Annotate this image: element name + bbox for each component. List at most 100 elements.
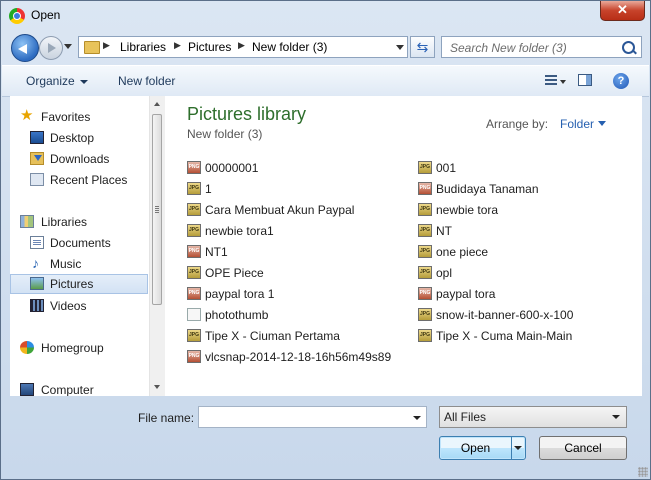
organize-label: Organize bbox=[26, 74, 75, 88]
breadcrumb-separator-icon[interactable]: ▶ bbox=[103, 40, 110, 51]
png-file-icon: PNG bbox=[187, 245, 201, 258]
nav-music[interactable]: ♪ Music bbox=[10, 254, 148, 274]
arrange-by-dropdown[interactable]: Folder bbox=[560, 117, 594, 131]
scroll-up-icon[interactable] bbox=[154, 102, 160, 106]
forward-button[interactable] bbox=[39, 36, 63, 60]
nav-desktop[interactable]: Desktop bbox=[10, 128, 148, 148]
file-name-dropdown-icon[interactable] bbox=[413, 416, 421, 420]
videos-icon bbox=[30, 299, 44, 312]
jpg-file-icon: JPG bbox=[418, 266, 432, 279]
file-name: newbie tora1 bbox=[205, 224, 274, 238]
chevron-down-icon[interactable] bbox=[598, 121, 606, 126]
breadcrumb-pictures[interactable]: Pictures bbox=[188, 40, 231, 54]
new-folder-button[interactable]: New folder bbox=[118, 74, 175, 88]
file-name: photothumb bbox=[205, 308, 269, 322]
nav-recent-places[interactable]: Recent Places bbox=[10, 170, 148, 190]
file-name: vlcsnap-2014-12-18-16h56m49s89 bbox=[205, 350, 392, 364]
file-name: snow-it-banner-600-x-100 bbox=[436, 308, 574, 322]
file-name: NT bbox=[436, 224, 452, 238]
pictures-icon bbox=[30, 277, 44, 290]
folder-icon bbox=[84, 41, 100, 54]
jpg-file-icon: JPG bbox=[187, 266, 201, 279]
documents-icon bbox=[30, 236, 44, 249]
nav-label: Libraries bbox=[41, 215, 88, 229]
nav-label: Computer bbox=[41, 383, 94, 396]
organize-button[interactable]: Organize bbox=[26, 74, 88, 88]
navigation-pane: ★ Favorites Desktop Downloads Recent Pla… bbox=[10, 96, 165, 396]
breadcrumb-separator-icon[interactable]: ▶ bbox=[174, 40, 181, 51]
close-button[interactable]: ✕ bbox=[600, 1, 645, 21]
nav-libraries[interactable]: Libraries bbox=[10, 212, 148, 232]
nav-pictures[interactable]: Pictures bbox=[10, 274, 148, 294]
arrange-by-label: Arrange by: bbox=[486, 117, 549, 131]
file-name: Cara Membuat Akun Paypal bbox=[205, 203, 355, 217]
star-icon: ★ bbox=[20, 107, 34, 124]
nav-downloads[interactable]: Downloads bbox=[10, 149, 148, 169]
preview-pane-icon[interactable] bbox=[578, 74, 592, 86]
search-placeholder: Search New folder (3) bbox=[450, 41, 567, 55]
views-dropdown-icon[interactable] bbox=[560, 80, 566, 84]
jpg-file-icon: JPG bbox=[418, 224, 432, 237]
breadcrumb-new-folder[interactable]: New folder (3) bbox=[252, 40, 327, 54]
file-name: Budidaya Tanaman bbox=[436, 182, 539, 196]
nav-homegroup[interactable]: Homegroup bbox=[10, 338, 148, 358]
jpg-file-icon: JPG bbox=[187, 224, 201, 237]
search-input[interactable]: Search New folder (3) bbox=[441, 36, 642, 58]
title-bar[interactable]: Open ✕ bbox=[1, 1, 650, 31]
png-file-icon: PNG bbox=[187, 287, 201, 300]
jpg-file-icon: JPG bbox=[418, 245, 432, 258]
nav-videos[interactable]: Videos bbox=[10, 296, 148, 316]
downloads-folder-icon bbox=[30, 152, 44, 165]
nav-label: Desktop bbox=[50, 131, 95, 145]
nav-label: Recent Places bbox=[50, 173, 128, 187]
back-button[interactable] bbox=[11, 34, 39, 62]
file-name-field[interactable] bbox=[198, 406, 427, 428]
breadcrumb-libraries[interactable]: Libraries bbox=[120, 40, 166, 54]
library-subtitle: New folder (3) bbox=[187, 127, 263, 141]
cancel-button[interactable]: Cancel bbox=[539, 436, 627, 460]
jpg-file-icon: JPG bbox=[418, 329, 432, 342]
resize-grip-icon[interactable] bbox=[638, 467, 648, 477]
file-type-select[interactable]: All Files bbox=[439, 406, 627, 428]
refresh-button[interactable]: ⇆ bbox=[410, 36, 435, 58]
help-icon[interactable]: ? bbox=[613, 73, 629, 89]
file-name: paypal tora 1 bbox=[205, 287, 275, 301]
music-icon: ♪ bbox=[32, 255, 39, 271]
jpg-file-icon: JPG bbox=[418, 161, 432, 174]
file-name: one piece bbox=[436, 245, 489, 259]
png-file-icon: PNG bbox=[418, 182, 432, 195]
open-split-dropdown[interactable] bbox=[511, 436, 525, 460]
file-name: Tipe X - Ciuman Pertama bbox=[205, 329, 340, 343]
navigation-scrollbar[interactable] bbox=[149, 96, 165, 396]
command-toolbar: Organize New folder ? bbox=[2, 65, 649, 97]
nav-favorites[interactable]: ★ Favorites bbox=[10, 107, 148, 127]
file-name-label: File name: bbox=[138, 411, 195, 425]
views-icon[interactable] bbox=[545, 75, 557, 86]
generic-file-icon bbox=[187, 308, 201, 321]
search-icon[interactable] bbox=[622, 41, 635, 54]
nav-computer[interactable]: Computer bbox=[10, 380, 148, 396]
png-file-icon: PNG bbox=[187, 350, 201, 363]
computer-icon bbox=[20, 383, 34, 396]
nav-label: Downloads bbox=[50, 152, 110, 166]
desktop-icon bbox=[30, 131, 44, 144]
scroll-down-icon[interactable] bbox=[154, 385, 160, 389]
png-file-icon: PNG bbox=[187, 161, 201, 174]
file-name: paypal tora bbox=[436, 287, 496, 301]
nav-label: Favorites bbox=[41, 110, 91, 124]
file-type-value: All Files bbox=[444, 410, 487, 424]
recent-locations-dropdown[interactable] bbox=[64, 44, 72, 49]
file-name: Tipe X - Cuma Main-Main bbox=[436, 329, 573, 343]
file-name: newbie tora bbox=[436, 203, 499, 217]
breadcrumb-separator-icon[interactable]: ▶ bbox=[238, 40, 245, 51]
chevron-down-icon bbox=[79, 79, 88, 84]
file-name: 00000001 bbox=[205, 161, 259, 175]
nav-documents[interactable]: Documents bbox=[10, 233, 148, 253]
address-bar[interactable]: ▶ Libraries ▶ Pictures ▶ New folder (3) bbox=[78, 36, 408, 58]
libraries-icon bbox=[20, 215, 34, 228]
jpg-file-icon: JPG bbox=[187, 203, 201, 216]
address-dropdown-icon[interactable] bbox=[396, 45, 404, 50]
file-name: NT1 bbox=[205, 245, 228, 259]
file-name: OPE Piece bbox=[205, 266, 264, 280]
chevron-down-icon bbox=[612, 415, 620, 419]
